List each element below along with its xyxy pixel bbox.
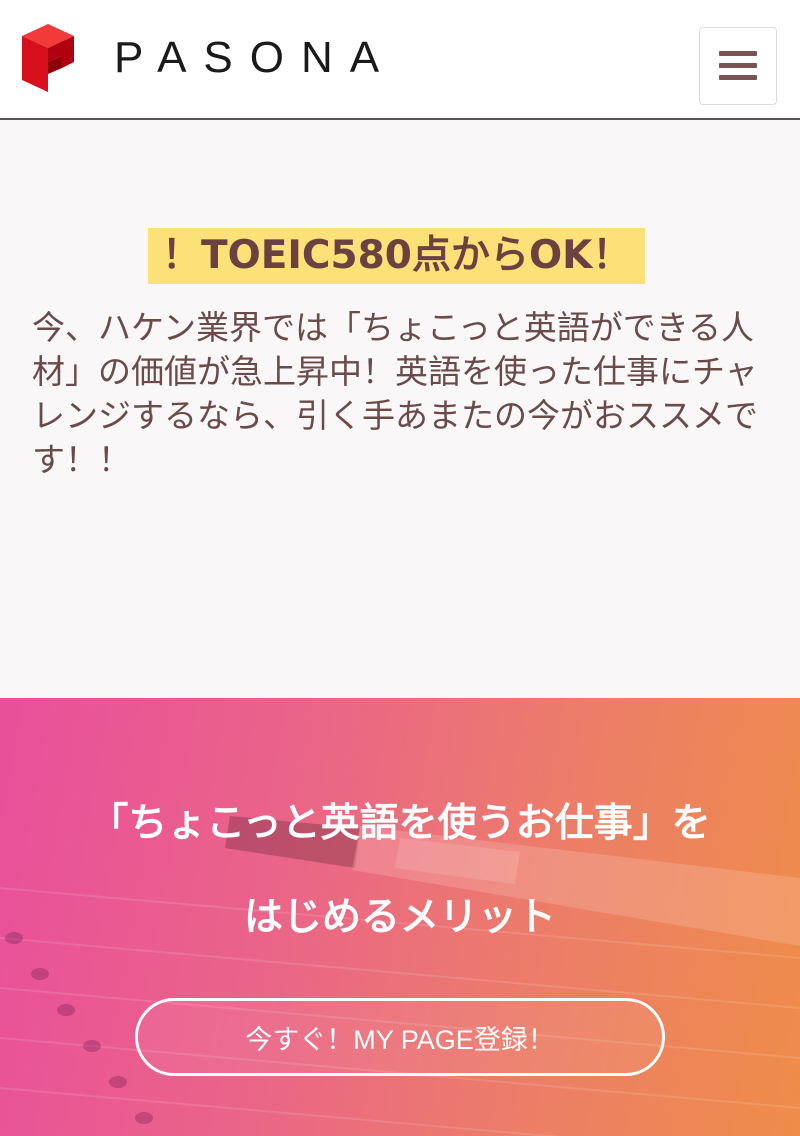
menu-button[interactable] xyxy=(699,27,777,105)
pasona-logo[interactable]: PASONA xyxy=(18,22,396,94)
intro-section: ！TOEIC580点からOK！ 今、ハケン業界では「ちょこっと英語ができる人材」… xyxy=(0,120,800,698)
toeic-highlight-heading: ！TOEIC580点からOK！ xyxy=(148,228,646,284)
hamburger-icon xyxy=(719,51,757,81)
intro-paragraph: 今、ハケン業界では「ちょこっと英語ができる人材」の価値が急上昇中！英語を使った仕… xyxy=(32,308,758,479)
logo-text: PASONA xyxy=(114,33,397,82)
hero-title-line2: はじめるメリット xyxy=(243,895,556,940)
mypage-register-button[interactable]: 今すぐ！MY PAGE登録！ xyxy=(135,998,665,1076)
pasona-logo-mark-icon xyxy=(22,24,74,92)
site-header: PASONA xyxy=(0,0,800,120)
merit-hero-section: 「ちょこっと英語を使うお仕事」を はじめるメリット 今すぐ！MY PAGE登録！ xyxy=(0,698,800,1136)
hero-title-line1: 「ちょこっと英語を使うお仕事」を xyxy=(89,801,711,846)
